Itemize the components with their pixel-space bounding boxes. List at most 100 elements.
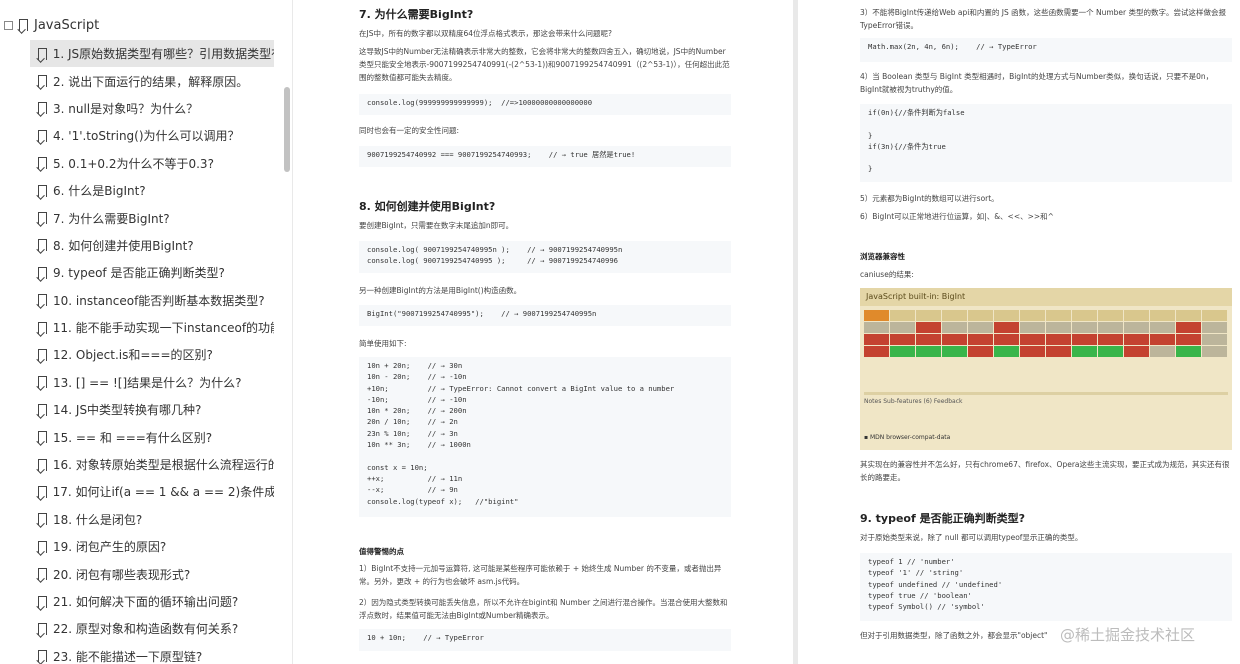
sidebar-scrollbar[interactable] (282, 0, 292, 664)
paragraph: 同时也会有一定的安全性问题: (359, 126, 460, 135)
code-line: if(3n){//条件为true (868, 141, 946, 151)
paragraph: 6）BigInt可以正常地进行位运算，如|、&、<<、>>和^ (860, 212, 1054, 221)
paragraph: 这导致JS中的Number无法精确表示非常大的整数，它会将非常大的整数四舍五入，… (359, 47, 730, 82)
bookmark-icon (38, 212, 47, 225)
toc-item-label: 22. 原型对象和构造函数有何关系? (53, 622, 239, 637)
code-line: 9007199254740992 === 9007199254740993; /… (367, 150, 636, 159)
toc-root[interactable]: JavaScript (4, 15, 99, 35)
toc-item-label: 17. 如何让if(a == 1 && a == 2)条件成立 (52, 485, 274, 500)
toc-item-label: 10. instanceof能否判断基本数据类型? (53, 293, 265, 308)
toc-item[interactable]: 5. 0.1+0.2为什么不等于0.3? (30, 150, 274, 177)
bookmark-icon (38, 650, 47, 663)
code-block: Math.max(2n, 4n, 6n); // → TypeError (860, 38, 1232, 62)
paragraph: 对于原始类型来说，除了 null 都可以调用typeof显示正确的类型。 (860, 533, 1083, 542)
toc-item-label: 1. JS原始数据类型有哪些？引用数据类型有 (52, 47, 274, 62)
code-line: ++x; // → 11n (367, 473, 463, 483)
toc-item[interactable]: 18. 什么是闭包? (30, 506, 274, 533)
code-block: BigInt("9007199254740995"); // → 9007199… (359, 305, 731, 326)
grid-row (864, 346, 1228, 357)
toc-list: 1. JS原始数据类型有哪些？引用数据类型有 2. 说出下面运行的结果，解释原因。… (30, 40, 274, 664)
toc-item[interactable]: 2. 说出下面运行的结果，解释原因。 (30, 67, 274, 94)
toc-item-label: 16. 对象转原始类型是根据什么流程运行的 (52, 458, 274, 473)
bookmark-icon (38, 157, 47, 170)
code-line: typeof undefined // 'undefined' (868, 579, 1003, 589)
paragraph: 3）不能将BigInt传递给Web api和内置的 JS 函数，这些函数需要一个… (860, 8, 1226, 30)
code-line: --x; // → 9n (367, 485, 458, 495)
code-line: 20n / 10n; // → 2n (367, 417, 458, 427)
toc-item[interactable]: 17. 如何让if(a == 1 && a == 2)条件成立 (30, 478, 274, 505)
toc-item-label: 12. Object.is和===的区别? (53, 348, 213, 363)
toc-item[interactable]: 14. JS中类型转换有哪几种? (30, 396, 274, 423)
toc-item-label: 7. 为什么需要BigInt? (53, 211, 170, 226)
paragraph: caniuse的结果: (860, 270, 914, 279)
watermark: @稀土掘金技术社区 (1060, 626, 1196, 644)
code-line: 10n ** 3n; // → 1000n (367, 440, 471, 450)
caniuse-screenshot: JavaScript built-in: BigInt Notes Sub-fe… (860, 288, 1232, 450)
paragraph: 5）元素都为BigInt的数组可以进行sort。 (860, 194, 999, 203)
toc-item[interactable]: 8. 如何创建并使用BigInt? (30, 232, 274, 259)
bookmark-icon (38, 75, 47, 88)
code-line: } (868, 164, 873, 174)
grid-row (864, 334, 1228, 345)
collapse-toggle-icon[interactable] (4, 20, 13, 30)
toc-item[interactable]: 1. JS原始数据类型有哪些？引用数据类型有 (30, 40, 274, 68)
toc-item[interactable]: 16. 对象转原始类型是根据什么流程运行的 (30, 451, 274, 478)
toc-root-label: JavaScript (34, 17, 100, 33)
bookmark-icon (38, 540, 47, 553)
bookmark-icon (38, 294, 47, 307)
bookmark-icon (38, 348, 47, 361)
code-line: typeof Symbol() // 'symbol' (868, 602, 985, 612)
toc-item[interactable]: 10. instanceof能否判断基本数据类型? (30, 287, 274, 314)
code-line: typeof 1 // 'number' (868, 557, 955, 566)
bookmark-icon (38, 266, 47, 279)
code-block: 10 + 10n; // → TypeError (359, 629, 731, 651)
toc-item-label: 2. 说出下面运行的结果，解释原因。 (53, 74, 249, 89)
toc-item[interactable]: 12. Object.is和===的区别? (30, 341, 274, 368)
toc-item[interactable]: 9. typeof 是否能正确判断类型? (30, 259, 274, 286)
toc-item[interactable]: 3. null是对象吗？为什么？ (30, 95, 274, 122)
code-line: BigInt("9007199254740995"); // → 9007199… (367, 309, 597, 318)
code-line: console.log(999999999999999); //=>100000… (367, 98, 593, 107)
toc-item[interactable]: 15. == 和 ===有什么区别? (30, 423, 274, 450)
code-line: 23n % 10n; // → 3n (367, 428, 458, 438)
caniuse-tabs[interactable]: Notes Sub-features (6) Feedback (864, 398, 963, 405)
caniuse-support-grid (864, 310, 1228, 360)
code-block: if(0n){//条件判断为false} if(3n){//条件为true} (860, 104, 1232, 182)
toc-item-label: 9. typeof 是否能正确判断类型? (53, 266, 225, 281)
toc-item[interactable]: 13. [] == ![]结果是什么？为什么? (30, 369, 274, 396)
bookmark-icon (38, 513, 47, 526)
code-line: if(0n){//条件判断为false (868, 108, 965, 117)
toc-item-label: 6. 什么是BigInt? (53, 184, 146, 199)
toc-item[interactable]: 19. 闭包产生的原因? (30, 533, 274, 560)
toc-item-label: 4. '1'.toString()为什么可以调用？ (53, 129, 240, 144)
caniuse-footer: ▪ MDN browser-compat-data (864, 434, 951, 441)
toc-item-label: 8. 如何创建并使用BigInt? (53, 238, 194, 253)
toc-item[interactable]: 6. 什么是BigInt? (30, 177, 274, 204)
code-line: 10 + 10n; // → TypeError (367, 633, 484, 642)
toc-item-label: 3. null是对象吗？为什么？ (53, 101, 199, 116)
code-line: 10n + 20n; // → 30n (367, 361, 463, 370)
toc-item[interactable]: 22. 原型对象和构造函数有何关系? (30, 615, 274, 642)
page-separator (793, 0, 798, 664)
bookmark-icon (38, 622, 47, 635)
bookmark-icon (38, 102, 47, 115)
toc-item[interactable]: 23. 能不能描述一下原型链? (30, 643, 274, 664)
paragraph: 另一种创建BigInt的方法是用BigInt()构造函数。 (359, 286, 522, 295)
bookmark-icon (38, 184, 47, 197)
code-block: console.log( 9007199254740995n ); // → 9… (359, 241, 731, 273)
toc-item-label: 5. 0.1+0.2为什么不等于0.3? (53, 156, 214, 171)
toc-item[interactable]: 21. 如何解决下面的循环输出问题? (30, 588, 274, 615)
code-line: console.log( 9007199254740995n ); // → 9… (367, 245, 623, 254)
toc-item[interactable]: 7. 为什么需要BigInt? (30, 204, 274, 231)
heading-9: 9. typeof 是否能正确判断类型? (860, 512, 1025, 525)
paragraph: 1）BigInt不支持一元加号运算符, 这可能是某些程序可能依赖于 + 始终生成… (359, 564, 722, 586)
toc-item-label: 14. JS中类型转换有哪几种? (53, 403, 202, 418)
toc-item[interactable]: 11. 能不能手动实现一下instanceof的功能 (30, 314, 274, 341)
toc-item-label: 13. [] == ![]结果是什么？为什么? (53, 375, 242, 390)
toc-item[interactable]: 20. 闭包有哪些表现形式? (30, 560, 274, 587)
scrollbar-thumb[interactable] (284, 87, 290, 172)
toc-item-label: 19. 闭包产生的原因? (53, 540, 167, 555)
bookmark-icon (38, 485, 47, 498)
toc-item[interactable]: 4. '1'.toString()为什么可以调用？ (30, 122, 274, 149)
